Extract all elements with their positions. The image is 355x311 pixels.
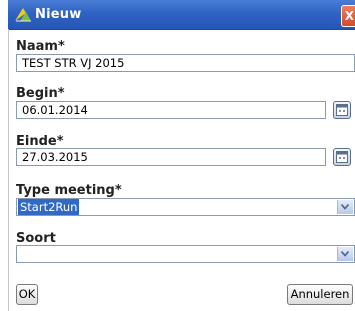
type-meeting-label: Type meeting* <box>16 183 122 198</box>
dialog-titlebar[interactable]: Nieuw X <box>8 0 355 30</box>
begin-label: Begin* <box>16 86 65 101</box>
chevron-down-icon <box>341 204 349 210</box>
type-meeting-select[interactable]: Start2Run <box>16 198 355 216</box>
einde-calendar-button[interactable] <box>333 148 351 166</box>
soort-dropdown-button[interactable] <box>337 247 353 261</box>
einde-label: Einde* <box>16 134 64 149</box>
type-meeting-selected-value: Start2Run <box>18 199 80 215</box>
close-button[interactable]: X <box>341 5 355 27</box>
dialog-left-border <box>8 29 9 311</box>
naam-label: Naam* <box>16 39 65 54</box>
calendar-icon <box>336 151 348 163</box>
chevron-down-icon <box>341 251 349 257</box>
dialog-title: Nieuw <box>35 7 82 22</box>
close-icon: X <box>344 9 354 23</box>
einde-date-input[interactable]: 27.03.2015 <box>16 148 326 166</box>
naam-input[interactable]: TEST STR VJ 2015 <box>16 54 355 72</box>
type-meeting-dropdown-button[interactable] <box>337 200 353 214</box>
cancel-button[interactable]: Annuleren <box>287 284 353 305</box>
begin-calendar-button[interactable] <box>333 101 351 119</box>
calendar-icon <box>336 104 348 116</box>
soort-select[interactable] <box>16 245 355 263</box>
begin-date-input[interactable]: 06.01.2014 <box>16 101 326 119</box>
soort-label: Soort <box>16 231 56 246</box>
app-logo-icon <box>14 6 32 22</box>
ok-button[interactable]: OK <box>16 284 38 305</box>
new-dialog: Nieuw X Naam* TEST STR VJ 2015 Begin* 06… <box>0 0 355 311</box>
